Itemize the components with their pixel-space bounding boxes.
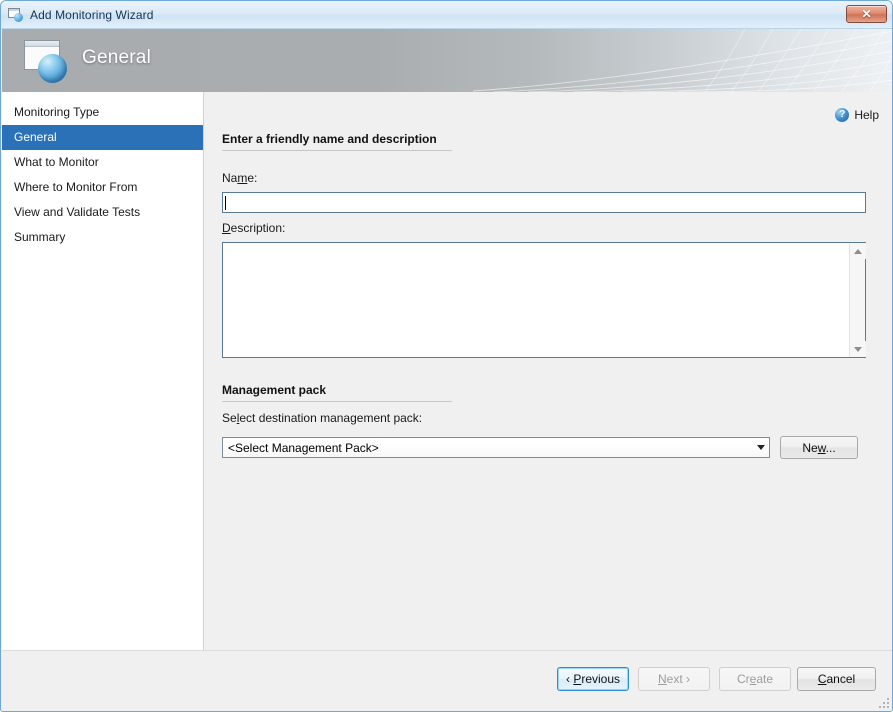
- banner-mesh-decoration: [473, 29, 892, 92]
- title-bar: Add Monitoring Wizard ✕: [1, 1, 892, 29]
- sidebar-item-what-to-monitor[interactable]: What to Monitor: [2, 150, 203, 175]
- management-pack-selected-value: <Select Management Pack>: [228, 440, 379, 455]
- sidebar-item-label: General: [14, 130, 57, 144]
- description-input[interactable]: [223, 243, 849, 357]
- cancel-button[interactable]: Cancel: [797, 667, 876, 691]
- name-input[interactable]: [222, 192, 866, 213]
- previous-button[interactable]: ‹ Previous: [557, 667, 629, 691]
- section-header-management-pack: Management pack: [222, 383, 452, 402]
- text-cursor: [225, 196, 226, 210]
- description-label: Description:: [222, 221, 285, 235]
- description-label-post: escription:: [230, 221, 286, 235]
- window-title: Add Monitoring Wizard: [30, 7, 154, 22]
- management-pack-dropdown[interactable]: <Select Management Pack>: [222, 437, 770, 458]
- next-button-accelerator: N: [657, 672, 667, 686]
- mp-label-pre: Se: [222, 411, 237, 425]
- close-icon: ✕: [861, 7, 872, 21]
- page-title: General: [82, 47, 151, 68]
- sidebar-item-summary[interactable]: Summary: [2, 225, 203, 250]
- sidebar-item-view-and-validate-tests[interactable]: View and Validate Tests: [2, 200, 203, 225]
- sidebar-item-where-to-monitor-from[interactable]: Where to Monitor From: [2, 175, 203, 200]
- description-label-accelerator: D: [222, 221, 231, 235]
- title-bar-content: Add Monitoring Wizard: [1, 1, 892, 28]
- management-pack-select-label: Select destination management pack:: [222, 411, 422, 425]
- section-header-name-description: Enter a friendly name and description: [222, 132, 452, 151]
- help-link[interactable]: ? Help: [835, 108, 879, 122]
- new-button-pre: Ne: [802, 440, 818, 455]
- banner-window-sphere-icon: [19, 37, 69, 85]
- help-label: Help: [854, 108, 879, 122]
- create-button: Create: [719, 667, 791, 691]
- resize-grip[interactable]: [877, 696, 890, 709]
- sidebar-item-label: What to Monitor: [14, 155, 99, 169]
- name-label-pre: Na: [222, 171, 238, 185]
- previous-button-post: revious: [581, 672, 621, 686]
- wizard-banner: General: [2, 29, 892, 92]
- window-sphere-icon: [8, 7, 24, 22]
- close-button[interactable]: ✕: [846, 5, 887, 23]
- wizard-content-pane: ? Help Enter a friendly name and descrip…: [204, 92, 892, 650]
- new-button-accelerator: w: [817, 440, 826, 455]
- sidebar-item-monitoring-type[interactable]: Monitoring Type: [2, 100, 203, 125]
- sidebar-item-label: Where to Monitor From: [14, 180, 138, 194]
- scroll-down-arrow-icon[interactable]: [850, 341, 866, 357]
- sidebar-item-label: Monitoring Type: [14, 105, 100, 119]
- name-label-accelerator: m: [237, 171, 248, 185]
- description-field-wrapper: [222, 242, 866, 358]
- sidebar-item-label: Summary: [14, 230, 66, 244]
- sidebar-item-general[interactable]: General: [2, 125, 203, 150]
- description-scrollbar[interactable]: [849, 243, 866, 357]
- sidebar-item-label: View and Validate Tests: [14, 205, 141, 219]
- new-button-post: ...: [825, 440, 836, 455]
- create-button-pre: Cr: [736, 672, 750, 686]
- chevron-down-icon: [752, 445, 769, 450]
- create-button-post: ate: [756, 672, 774, 686]
- name-label: Name:: [222, 171, 257, 185]
- cancel-button-post: ancel: [826, 672, 856, 686]
- name-label-post: e:: [247, 171, 258, 185]
- next-button: Next ›: [638, 667, 710, 691]
- mp-label-post: ect destination management pack:: [239, 411, 423, 425]
- next-button-post: ext ›: [666, 672, 690, 686]
- scroll-up-arrow-icon[interactable]: [850, 243, 866, 259]
- dialog-footer: ‹ Previous Next › Create Cancel: [2, 650, 892, 711]
- add-monitoring-wizard-window: Add Monitoring Wizard ✕ General Monitori…: [0, 0, 893, 712]
- help-icon: ?: [835, 108, 850, 122]
- new-management-pack-button[interactable]: New...: [780, 436, 858, 459]
- wizard-step-sidebar: Monitoring Type General What to Monitor …: [2, 92, 204, 650]
